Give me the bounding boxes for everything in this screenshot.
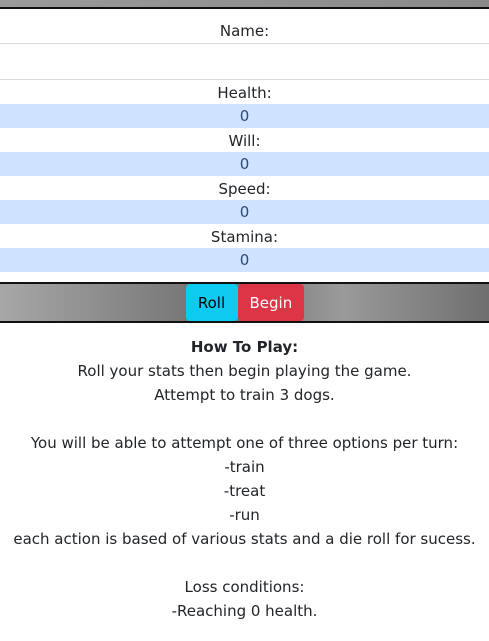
begin-button[interactable]: Begin xyxy=(237,284,304,321)
how-to-play-title: How To Play: xyxy=(190,338,299,356)
how-to-play-section: How To Play: Roll your stats then begin … xyxy=(0,323,489,623)
instruction-line: Roll your stats then begin playing the g… xyxy=(77,362,412,380)
action-bar: Roll Begin xyxy=(0,282,489,323)
roll-button[interactable]: Roll xyxy=(185,284,238,321)
will-value: 0 xyxy=(0,152,489,176)
instruction-line: You will be able to attempt one of three… xyxy=(30,434,459,452)
speed-label: Speed: xyxy=(0,176,489,200)
name-field[interactable] xyxy=(0,44,489,80)
option-train: -train xyxy=(224,458,265,476)
stamina-label: Stamina: xyxy=(0,224,489,248)
loss-conditions-heading: Loss conditions: xyxy=(184,578,305,596)
health-label: Health: xyxy=(0,80,489,104)
name-label: Name: xyxy=(0,9,489,44)
top-divider xyxy=(0,0,489,9)
option-treat: -treat xyxy=(223,482,266,500)
will-label: Will: xyxy=(0,128,489,152)
stats-panel: Health: 0 Will: 0 Speed: 0 Stamina: 0 xyxy=(0,80,489,272)
health-value: 0 xyxy=(0,104,489,128)
stamina-value: 0 xyxy=(0,248,489,272)
instruction-line: Attempt to train 3 dogs. xyxy=(154,386,335,404)
speed-value: 0 xyxy=(0,200,489,224)
instruction-line: each action is based of various stats an… xyxy=(13,530,476,548)
loss-condition-item: -Reaching 0 health. xyxy=(171,602,318,620)
option-run: -run xyxy=(229,506,260,524)
